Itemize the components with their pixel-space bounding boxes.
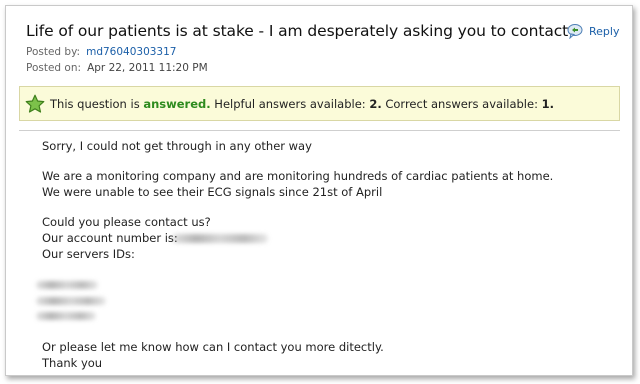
- reply-button[interactable]: Reply: [567, 23, 619, 39]
- post-title: Life of our patients is at stake - I am …: [26, 22, 569, 40]
- divider: [19, 130, 620, 131]
- status-prefix: This question is: [50, 96, 140, 111]
- posted-on: Posted on: Apr 22, 2011 11:20 PM: [26, 62, 208, 74]
- correct-answers-count: 1.: [541, 96, 554, 111]
- redacted-server-id: [36, 297, 106, 305]
- redacted-server-id: [36, 312, 96, 320]
- answered-status-bar: This question is answered. Helpful answe…: [19, 86, 620, 121]
- message-line: We were unable to see their ECG signals …: [42, 185, 383, 199]
- message-line: Sorry, I could not get through in any ot…: [42, 139, 312, 153]
- correct-answers-label: Correct answers available:: [385, 96, 538, 111]
- message-line: We are a monitoring company and are moni…: [42, 169, 554, 183]
- forum-post: Life of our patients is at stake - I am …: [5, 5, 633, 376]
- message-line: Or please let me know how can I contact …: [42, 340, 384, 354]
- posted-by-label: Posted by:: [26, 46, 81, 58]
- star-icon: [25, 94, 45, 113]
- helpful-answers-label: Helpful answers available:: [214, 96, 366, 111]
- redacted-server-id: [36, 281, 98, 289]
- message-line: Our servers IDs:: [42, 247, 135, 261]
- message-line: Thank you: [42, 356, 103, 370]
- message-line: Our account number is:: [42, 231, 178, 245]
- message-line: Could you please contact us?: [42, 215, 211, 229]
- redacted-account-number: [172, 234, 268, 243]
- posted-on-label: Posted on:: [26, 62, 82, 74]
- reply-label[interactable]: Reply: [589, 25, 619, 38]
- reply-icon: [567, 24, 583, 39]
- posted-by-user-link[interactable]: md76040303317: [86, 46, 176, 58]
- posted-on-date: Apr 22, 2011 11:20 PM: [87, 62, 208, 74]
- status-answered: answered.: [143, 96, 211, 111]
- helpful-answers-count: 2.: [369, 96, 382, 111]
- posted-by: Posted by: md76040303317: [26, 46, 176, 58]
